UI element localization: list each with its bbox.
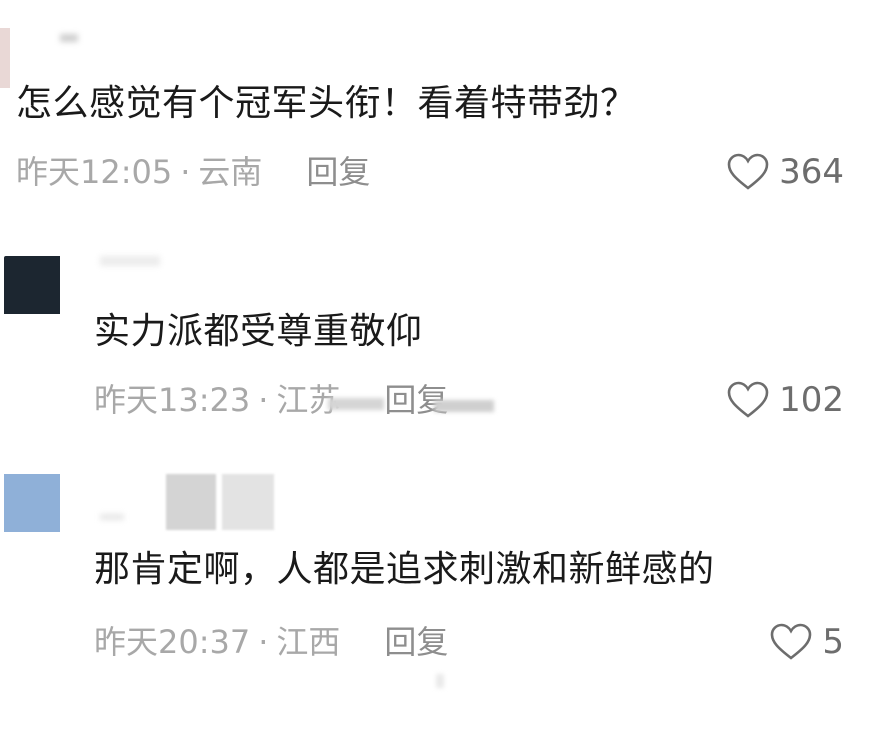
username-redacted	[100, 256, 160, 266]
meta-separator: ·	[258, 381, 269, 419]
heart-outline-icon	[771, 623, 812, 660]
comment-location: 云南	[198, 153, 263, 191]
comment-meta: 昨天12:05 · 云南 回复	[16, 152, 370, 192]
reply-button[interactable]: 回复	[306, 153, 370, 191]
comment-meta: 昨天20:37 · 江西 回复	[94, 622, 448, 662]
like-count: 5	[822, 622, 844, 662]
comment-text: 那肯定啊，人都是追求刺激和新鲜感的	[94, 549, 715, 590]
comment-time: 昨天12:05	[16, 153, 173, 191]
username-redacted	[100, 514, 124, 520]
reply-button[interactable]: 回复	[384, 623, 448, 661]
avatar[interactable]	[0, 28, 10, 88]
like-count: 364	[779, 152, 844, 192]
username-redacted	[222, 474, 274, 530]
comment-location: 江西	[276, 623, 341, 661]
avatar[interactable]	[4, 256, 60, 314]
like-button[interactable]: 364	[725, 152, 844, 192]
meta-separator: ·	[258, 623, 269, 661]
username-redacted	[166, 474, 216, 530]
like-button[interactable]: 102	[725, 380, 844, 420]
like-count: 102	[779, 380, 844, 420]
comment-text: 实力派都受尊重敬仰	[94, 311, 423, 352]
like-button[interactable]: 5	[768, 622, 844, 662]
meta-separator: ·	[180, 153, 191, 191]
heart-outline-icon	[727, 381, 769, 418]
heart-outline-icon	[727, 153, 769, 190]
comment-text: 怎么感觉有个冠军头衔！看着特带劲？	[16, 83, 637, 124]
redaction-smudge	[436, 674, 444, 688]
comment-meta: 昨天13:23 · 江苏 回复	[94, 380, 448, 420]
comment-time: 昨天20:37	[94, 623, 251, 661]
username-redacted	[60, 34, 78, 42]
avatar[interactable]	[4, 474, 60, 532]
redaction-smudge	[434, 400, 494, 412]
comment-time: 昨天13:23	[94, 381, 251, 419]
redaction-smudge	[328, 398, 384, 410]
